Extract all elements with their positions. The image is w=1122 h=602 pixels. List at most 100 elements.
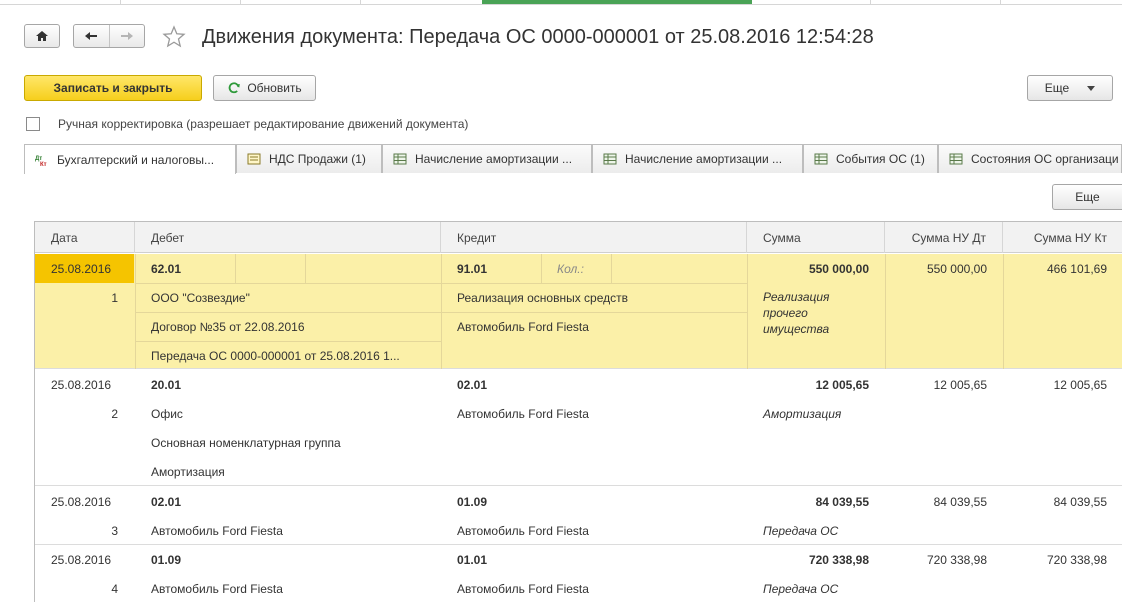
table-header: Дата Дебет Кредит Сумма Сумма НУ Дт Сумм…: [35, 222, 1122, 253]
debit-subconto-1: ООО "Созвездие": [151, 290, 250, 305]
column-header-credit[interactable]: Кредит: [441, 222, 747, 253]
row-sum: 550 000,00: [808, 261, 869, 276]
manual-edit-label: Ручная корректировка (разрешает редактир…: [58, 117, 469, 131]
debit-subconto-1: Автомобиль Ford Fiesta: [151, 581, 283, 596]
debit-account: 02.01: [151, 494, 182, 509]
tab-vat-sales[interactable]: НДС Продажи (1): [236, 144, 382, 173]
debit-subconto-1: Офис: [151, 406, 183, 421]
manual-edit-checkbox[interactable]: [26, 117, 40, 131]
table-icon: [814, 153, 828, 165]
row-sum: 84 039,55: [815, 494, 869, 509]
tab-label: Состояния ОС организаци: [971, 152, 1119, 166]
more-button-label: Еще: [1044, 81, 1070, 95]
table-icon: [949, 153, 963, 165]
row-sum-nu-kt: 84 039,55: [1053, 494, 1107, 509]
row-sum: 12 005,65: [815, 377, 869, 392]
column-header-date[interactable]: Дата: [35, 222, 135, 253]
forward-button[interactable]: [108, 25, 145, 47]
row-sum-nu-kt: 466 101,69: [1046, 261, 1107, 276]
register-tabs: Дт Кт Бухгалтерский и налоговы... НДС Пр…: [24, 144, 1122, 174]
debit-account: 62.01: [151, 261, 182, 276]
column-header-sum[interactable]: Сумма: [747, 222, 885, 253]
column-header-sum-nu-kt[interactable]: Сумма НУ Кт: [1003, 222, 1122, 253]
credit-quantity-label: Кол.:: [557, 261, 584, 276]
table-more-label: Еще: [1075, 190, 1100, 204]
more-button[interactable]: Еще: [1027, 75, 1113, 101]
row-content: Передача ОС: [763, 523, 839, 538]
back-button[interactable]: [74, 25, 109, 47]
arrow-left-icon: [85, 32, 98, 40]
column-header-sum-nu-dt[interactable]: Сумма НУ Дт: [885, 222, 1003, 253]
credit-subconto-2: Автомобиль Ford Fiesta: [457, 319, 589, 334]
arrow-right-icon: [120, 32, 133, 40]
row-number: 2: [111, 406, 118, 421]
window-tabs-strip: [0, 0, 1122, 5]
chevron-down-icon: [1087, 85, 1096, 91]
dt-kt-icon: Дт Кт: [35, 156, 47, 166]
home-icon: [36, 31, 48, 41]
register-icon: [247, 153, 261, 165]
debit-subconto-1: Автомобиль Ford Fiesta: [151, 523, 283, 538]
star-icon: [162, 25, 186, 48]
debit-subconto-3: Амортизация: [151, 464, 225, 479]
tab-label: НДС Продажи (1): [269, 152, 366, 166]
credit-account: 01.01: [457, 552, 488, 567]
credit-account: 01.09: [457, 494, 488, 509]
table-row[interactable]: 25.08.2016 2 20.01 Офис Основная номенкл…: [35, 370, 1122, 486]
tab-depreciation-1[interactable]: Начисление амортизации ...: [382, 144, 592, 173]
table-row[interactable]: 25.08.2016 4 01.09 Автомобиль Ford Fiest…: [35, 545, 1122, 602]
row-date: 25.08.2016: [51, 552, 112, 567]
credit-account: 91.01: [457, 261, 488, 276]
tab-accounting[interactable]: Дт Кт Бухгалтерский и налоговы...: [24, 144, 236, 174]
debit-subconto-2: Договор №35 от 22.08.2016: [151, 319, 305, 334]
table-row[interactable]: 25.08.2016 1 62.01 ООО "Созвездие" Догов…: [35, 254, 1122, 369]
row-date: 25.08.2016: [51, 377, 112, 392]
row-date: 25.08.2016: [51, 261, 112, 276]
row-content: Реализация прочего имущества: [763, 290, 830, 336]
row-sum-nu-dt: 12 005,65: [933, 377, 987, 392]
row-number: 4: [111, 581, 118, 596]
refresh-button[interactable]: Обновить: [213, 75, 316, 101]
column-header-debit[interactable]: Дебет: [135, 222, 441, 253]
table-icon: [393, 153, 407, 165]
row-content: Передача ОС: [763, 581, 839, 596]
debit-account: 20.01: [151, 377, 182, 392]
page-title: Движения документа: Передача ОС 0000-000…: [202, 26, 874, 48]
active-window-indicator: [482, 0, 752, 4]
table-more-button[interactable]: Еще: [1052, 184, 1122, 210]
row-sum-nu-kt: 12 005,65: [1053, 377, 1107, 392]
table-row[interactable]: 25.08.2016 3 02.01 Автомобиль Ford Fiest…: [35, 487, 1122, 545]
debit-subconto-2: Основная номенклатурная группа: [151, 435, 341, 450]
svg-text:Кт: Кт: [40, 162, 47, 166]
save-and-close-button[interactable]: Записать и закрыть: [24, 75, 202, 101]
refresh-icon: [229, 82, 241, 94]
favorite-button[interactable]: [160, 24, 188, 50]
row-sum-nu-dt: 84 039,55: [933, 494, 987, 509]
row-number: 3: [111, 523, 118, 538]
credit-subconto-1: Реализация основных средств: [457, 290, 629, 305]
row-sum: 720 338,98: [808, 552, 869, 567]
row-sum-nu-kt: 720 338,98: [1046, 552, 1107, 567]
tab-label: Начисление амортизации ...: [415, 152, 573, 166]
home-button[interactable]: [24, 24, 60, 48]
table-icon: [603, 153, 617, 165]
row-number: 1: [111, 290, 118, 305]
row-sum-nu-dt: 550 000,00: [926, 261, 987, 276]
credit-subconto-1: Автомобиль Ford Fiesta: [457, 581, 589, 596]
tab-label: События ОС (1): [836, 152, 925, 166]
tab-label: Бухгалтерский и налоговы...: [57, 152, 215, 167]
movements-table: Дата Дебет Кредит Сумма Сумма НУ Дт Сумм…: [34, 221, 1122, 602]
credit-account: 02.01: [457, 377, 488, 392]
tab-fa-states[interactable]: Состояния ОС организаци: [938, 144, 1122, 173]
row-date: 25.08.2016: [51, 494, 112, 509]
history-navigation: [73, 24, 145, 48]
debit-subconto-3: Передача ОС 0000-000001 от 25.08.2016 1.…: [151, 348, 400, 363]
row-sum-nu-dt: 720 338,98: [926, 552, 987, 567]
refresh-button-label: Обновить: [247, 81, 302, 95]
debit-account: 01.09: [151, 552, 182, 567]
tab-depreciation-2[interactable]: Начисление амортизации ...: [592, 144, 803, 173]
credit-subconto-1: Автомобиль Ford Fiesta: [457, 406, 589, 421]
credit-subconto-1: Автомобиль Ford Fiesta: [457, 523, 589, 538]
row-content: Амортизация: [763, 406, 842, 421]
tab-fa-events[interactable]: События ОС (1): [803, 144, 938, 173]
